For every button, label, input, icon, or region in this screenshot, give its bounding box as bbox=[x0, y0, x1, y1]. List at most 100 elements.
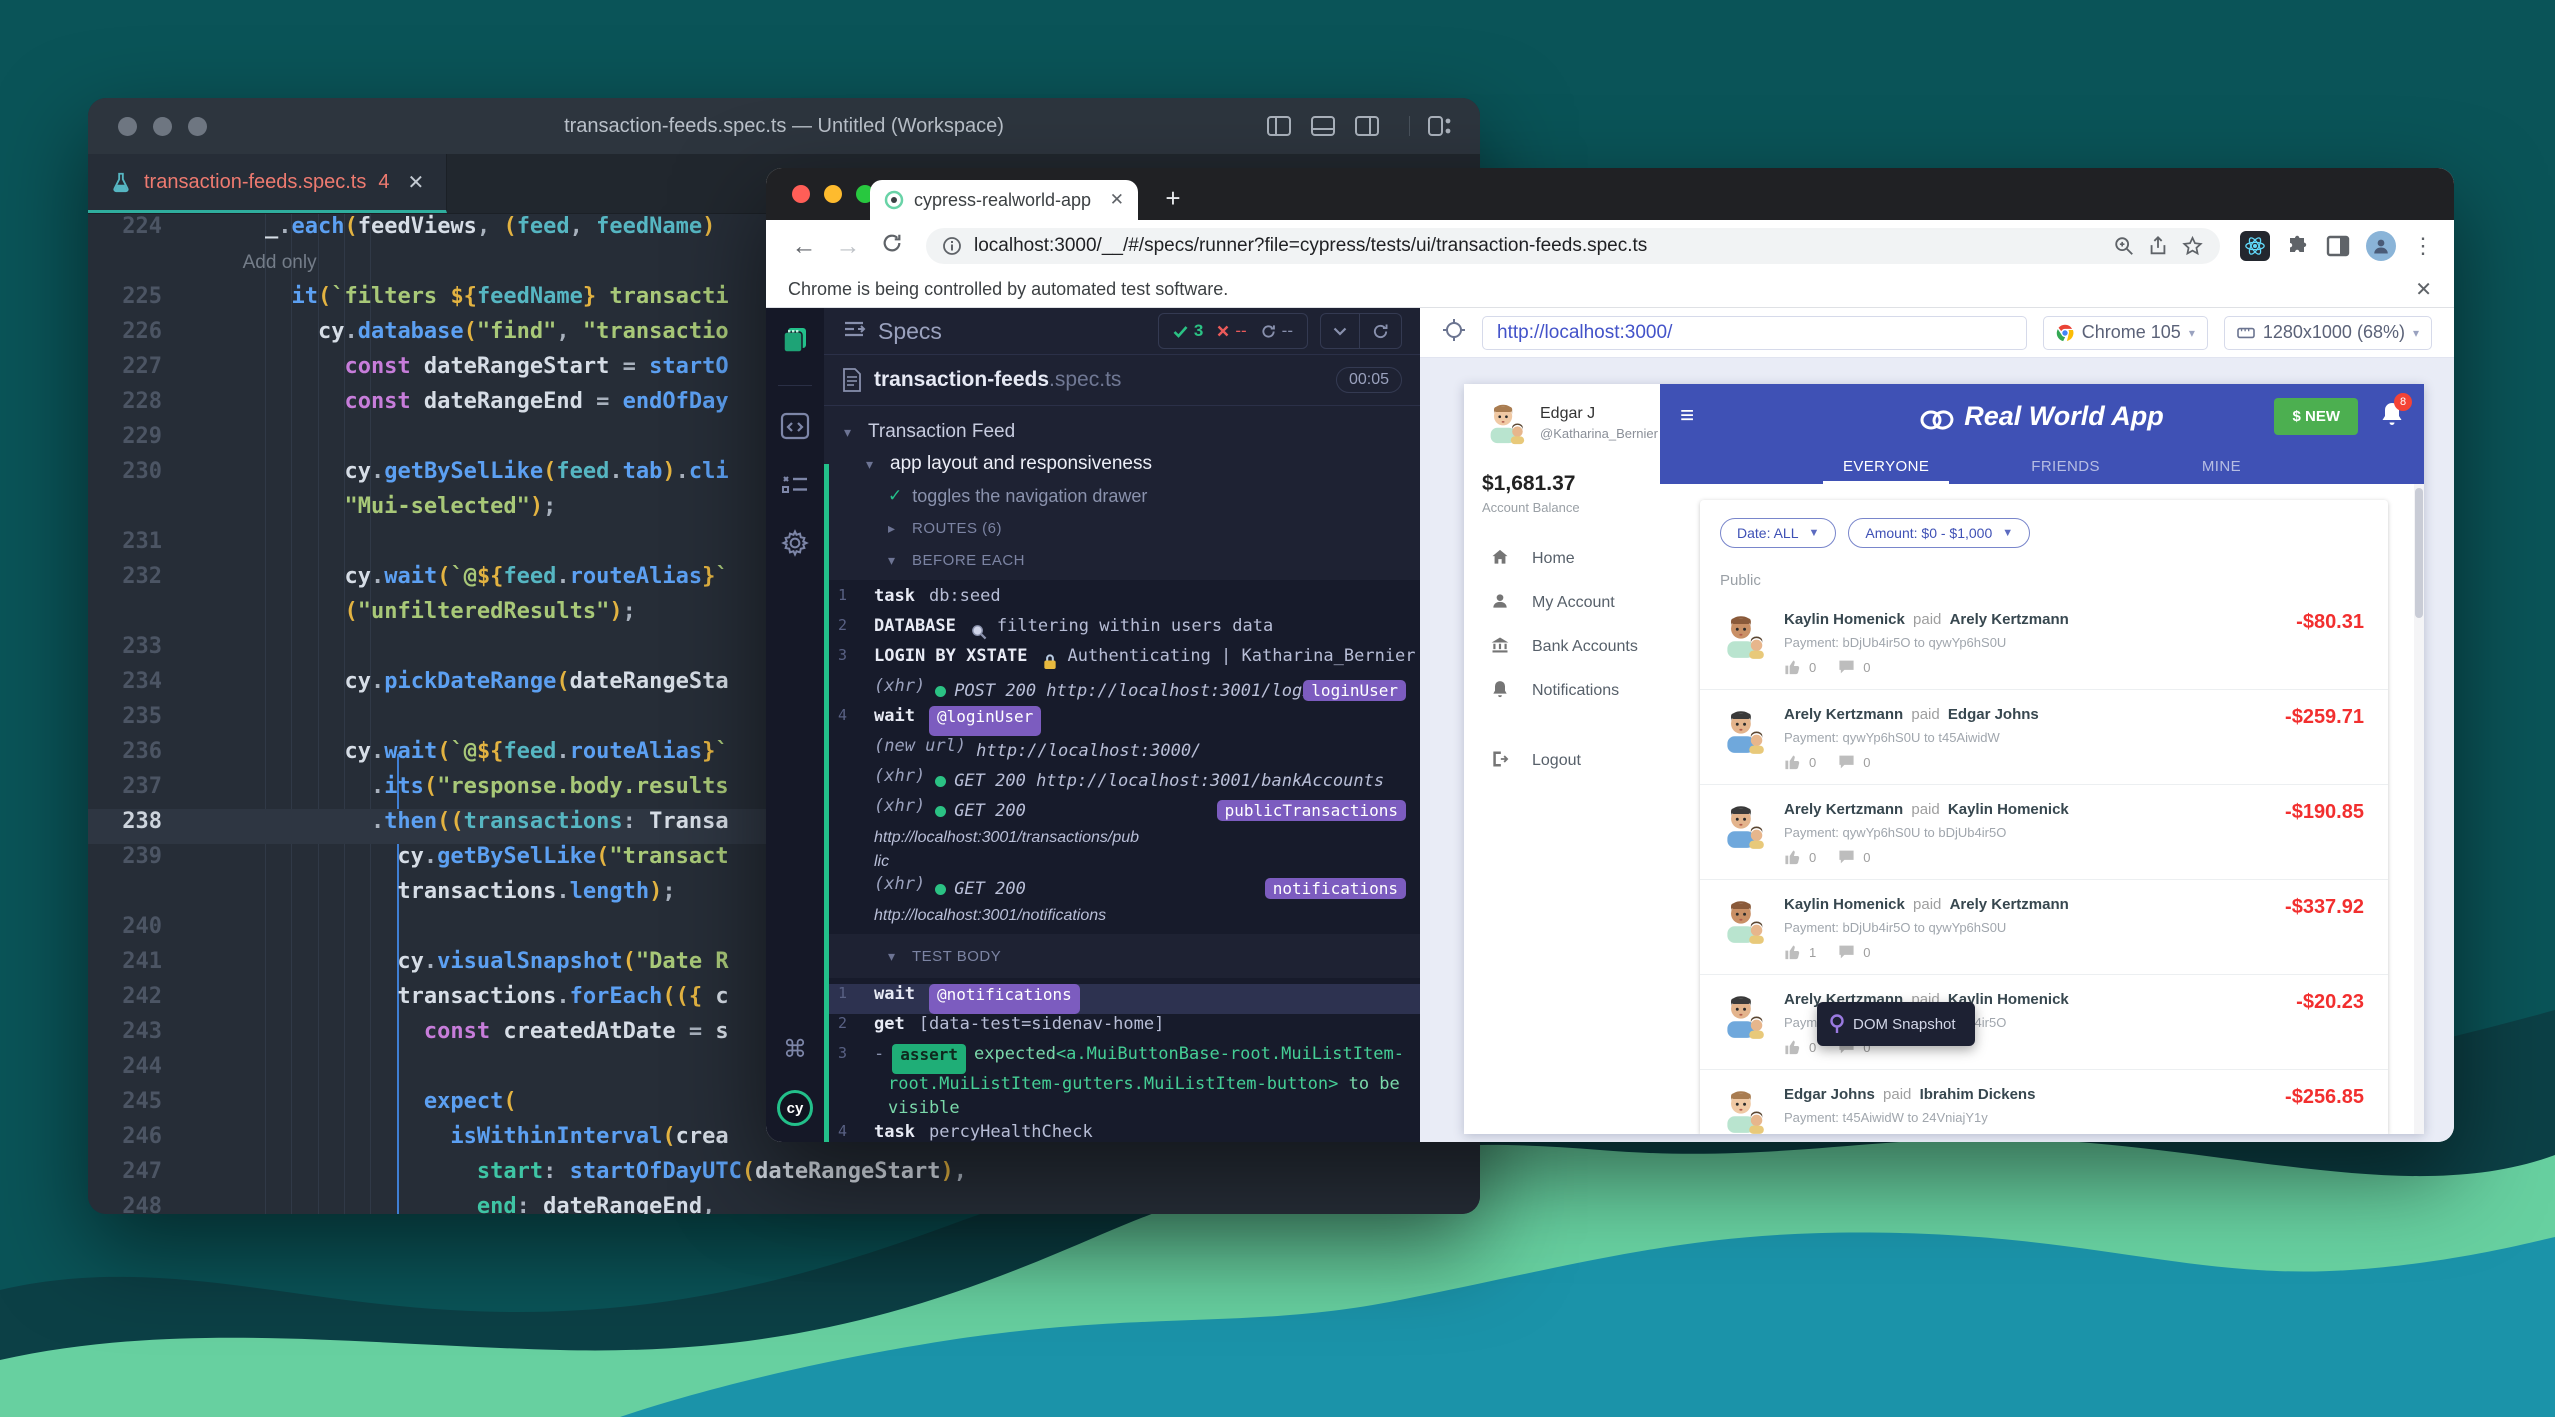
log-number: 4 bbox=[838, 706, 848, 724]
transaction-row[interactable]: Kaylin Homenick paid Arely Kertzmann Paym… bbox=[1700, 880, 2388, 975]
test-toggles-nav-drawer[interactable]: ✓ toggles the navigation drawer bbox=[824, 480, 1420, 512]
code-text: "Mui-selected"); bbox=[212, 494, 557, 519]
back-icon[interactable]: ← bbox=[786, 232, 822, 261]
specs-title[interactable]: Specs bbox=[878, 318, 1146, 345]
like-icon[interactable] bbox=[1784, 849, 1801, 865]
customize-layout-icon[interactable] bbox=[1409, 116, 1452, 136]
comment-icon[interactable] bbox=[1838, 754, 1855, 770]
settings-gear-icon[interactable] bbox=[780, 528, 810, 563]
tab-close-icon[interactable]: ✕ bbox=[407, 170, 424, 195]
url-text[interactable]: localhost:3000/__/#/specs/runner?file=cy… bbox=[974, 235, 2101, 257]
sidebar-item-my-account[interactable]: My Account bbox=[1464, 581, 1660, 625]
like-icon[interactable] bbox=[1784, 659, 1801, 675]
browser-tab[interactable]: cypress-realworld-app ✕ bbox=[870, 180, 1138, 220]
extensions-puzzle-icon[interactable] bbox=[2286, 234, 2310, 258]
transaction-row[interactable]: Edgar Johns paid Ibrahim Dickens Payment:… bbox=[1700, 1070, 2388, 1134]
scrollbar-thumb[interactable] bbox=[2415, 488, 2423, 618]
side-panel-icon[interactable] bbox=[2326, 235, 2350, 257]
specs-icon[interactable] bbox=[780, 324, 810, 359]
react-devtools-icon[interactable] bbox=[2240, 231, 2270, 261]
editor-tab-transaction-feeds[interactable]: transaction-feeds.spec.ts 4 ✕ bbox=[88, 154, 448, 213]
scrollbar[interactable] bbox=[2414, 484, 2424, 1134]
codelens-hint: Add only bbox=[212, 252, 317, 273]
log-command-row[interactable]: 4 wait @loginUser bbox=[824, 706, 1420, 736]
sidebar-item-label: Logout bbox=[1532, 752, 1581, 769]
collapse-reporter-icon[interactable] bbox=[842, 319, 866, 344]
suite-transaction-feed[interactable]: ▾ Transaction Feed bbox=[824, 416, 1420, 448]
keyboard-shortcuts-icon[interactable]: ⌘ bbox=[783, 1035, 807, 1064]
log-number bbox=[838, 766, 874, 796]
log-url-wrap: http://localhost:3001/notifications bbox=[874, 907, 1107, 924]
chrome-traffic-lights[interactable] bbox=[792, 185, 874, 203]
log-number: 3 bbox=[838, 1044, 848, 1062]
notifications-bell[interactable]: 8 bbox=[2380, 392, 2412, 432]
minimize-window-icon[interactable] bbox=[824, 185, 842, 203]
transaction-row[interactable]: Kaylin Homenick paid Arely Kertzmann Paym… bbox=[1700, 595, 2388, 690]
share-icon[interactable] bbox=[2147, 235, 2169, 257]
viewport-select[interactable]: 1280x1000 (68%) ▾ bbox=[2223, 315, 2432, 350]
close-window-icon[interactable] bbox=[792, 185, 810, 203]
cypress-logo[interactable]: cy bbox=[777, 1090, 813, 1126]
failed-count: -- bbox=[1217, 321, 1247, 341]
new-transaction-button[interactable]: $ NEW bbox=[2274, 397, 2358, 435]
toggle-secondary-sidebar-icon[interactable] bbox=[1355, 116, 1379, 136]
section-before-each[interactable]: ▾ BEFORE EACH bbox=[824, 544, 1420, 576]
like-icon[interactable] bbox=[1784, 1039, 1801, 1055]
new-tab-button[interactable]: + bbox=[1158, 183, 1188, 214]
log-xhr-row[interactable]: (xhr) GET 200 publicTransactions bbox=[824, 796, 1420, 826]
code-window-icon[interactable] bbox=[780, 412, 810, 445]
comment-icon[interactable] bbox=[1838, 944, 1855, 960]
sidebar-item-notifications[interactable]: Notifications bbox=[1464, 669, 1660, 713]
amount-filter[interactable]: Amount: $0 - $1,000 ▼ bbox=[1848, 518, 2031, 548]
test-results-icon[interactable] bbox=[780, 471, 810, 502]
rerun-icon[interactable] bbox=[1359, 314, 1401, 348]
log-xhr-row[interactable]: (xhr) GET 200 notifications bbox=[824, 874, 1420, 904]
reload-icon[interactable] bbox=[874, 232, 910, 261]
log-command-row[interactable]: 1 wait @notifications bbox=[824, 984, 1420, 1014]
toggle-sidebar-icon[interactable] bbox=[1267, 116, 1291, 136]
log-assert-row[interactable]: 3- assert expected <a.MuiButtonBase-root.M… bbox=[824, 1044, 1420, 1074]
selector-playground-icon[interactable] bbox=[1442, 318, 1466, 347]
bookmark-star-icon[interactable] bbox=[2181, 235, 2204, 258]
cypress-sidebar: ⌘ cy bbox=[766, 308, 824, 1142]
tab-everyone[interactable]: EVERYONE bbox=[1822, 448, 1950, 484]
log-command-row[interactable]: 1 task db:seed bbox=[824, 586, 1420, 616]
menu-kebab-icon[interactable]: ⋮ bbox=[2412, 233, 2434, 259]
tab-friends[interactable]: FRIENDS bbox=[2025, 448, 2106, 484]
log-newurl-row[interactable]: (new url) http://localhost:3000/ bbox=[824, 736, 1420, 766]
transaction-row[interactable]: Arely Kertzmann paid Kaylin Homenick Paym… bbox=[1700, 785, 2388, 880]
log-xhr-row[interactable]: (xhr) POST 200 http://localhost:3001/logi… bbox=[824, 676, 1420, 706]
suite-app-layout[interactable]: ▾ app layout and responsiveness bbox=[824, 448, 1420, 480]
browser-select[interactable]: Chrome 105 ▾ bbox=[2042, 315, 2208, 350]
log-command-row[interactable]: 4 task percyHealthCheck bbox=[824, 1122, 1420, 1142]
drawer-toggle-icon[interactable]: ≡ bbox=[1680, 402, 1720, 430]
log-command-row[interactable]: 2 get [data-test=sidenav-home] bbox=[824, 1014, 1420, 1044]
section-routes[interactable]: ▸ ROUTES (6) bbox=[824, 512, 1420, 544]
tab-close-icon[interactable]: ✕ bbox=[1110, 190, 1124, 210]
transaction-row[interactable]: Arely Kertzmann paid Kaylin Homenick Paym… bbox=[1700, 975, 2388, 1070]
log-xhr-row[interactable]: (xhr) GET 200 http://localhost:3001/bankA… bbox=[824, 766, 1420, 796]
sidebar-item-bank-accounts[interactable]: Bank Accounts bbox=[1464, 625, 1660, 669]
spec-file-row[interactable]: transaction-feeds.spec.ts 00:05 bbox=[824, 355, 1420, 405]
profile-avatar[interactable] bbox=[2366, 231, 2396, 261]
url-bar[interactable]: localhost:3000/__/#/specs/runner?file=cy… bbox=[926, 228, 2220, 264]
transaction-row[interactable]: Arely Kertzmann paid Edgar Johns Payment:… bbox=[1700, 690, 2388, 785]
zoom-icon[interactable] bbox=[2113, 235, 2135, 257]
tab-mine[interactable]: MINE bbox=[2196, 448, 2247, 484]
aut-url-field[interactable]: http://localhost:3000/ bbox=[1482, 315, 2027, 350]
app-header: ≡ Real World App $ NEW 8 bbox=[1660, 384, 2424, 448]
comment-icon[interactable] bbox=[1838, 849, 1855, 865]
sidebar-item-logout[interactable]: Logout bbox=[1464, 739, 1660, 783]
comment-icon[interactable] bbox=[1838, 659, 1855, 675]
page-info-icon[interactable] bbox=[942, 236, 962, 256]
section-test-body[interactable]: ▾ TEST BODY bbox=[824, 940, 1420, 972]
infobar-close-icon[interactable]: ✕ bbox=[2415, 277, 2432, 302]
like-icon[interactable] bbox=[1784, 944, 1801, 960]
collapse-all-icon[interactable] bbox=[1321, 314, 1359, 348]
like-icon[interactable] bbox=[1784, 754, 1801, 770]
sidebar-item-home[interactable]: Home bbox=[1464, 537, 1660, 581]
date-filter[interactable]: Date: ALL ▼ bbox=[1720, 518, 1837, 548]
toggle-panel-icon[interactable] bbox=[1311, 116, 1335, 136]
log-command-row[interactable]: 3 LOGIN BY XSTATE Authenticating | Kathari… bbox=[824, 646, 1420, 676]
log-command-row[interactable]: 2 DATABASE filtering within users data bbox=[824, 616, 1420, 646]
